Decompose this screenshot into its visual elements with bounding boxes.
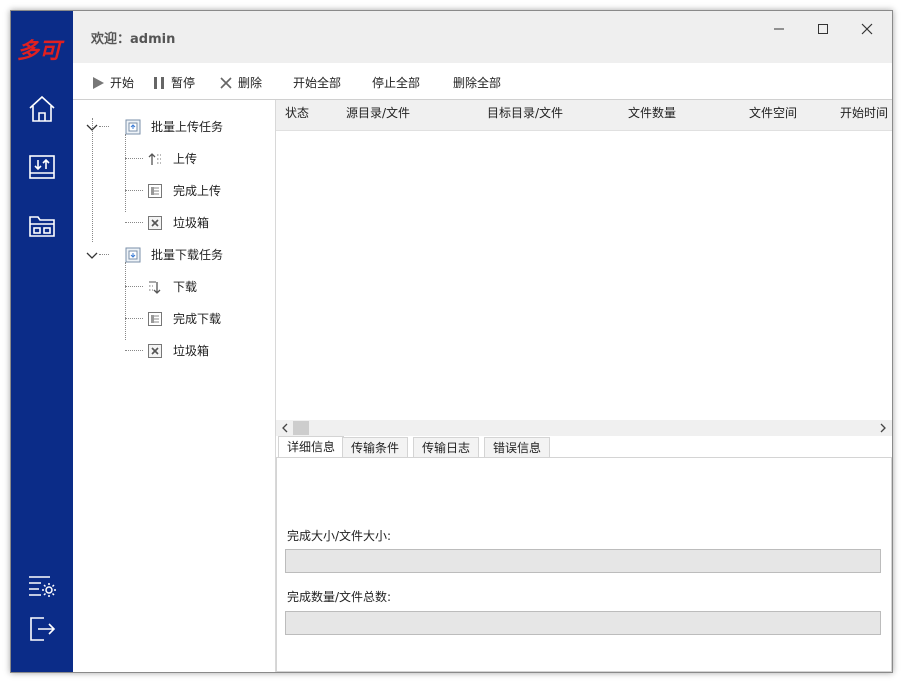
column-header[interactable]: 目标目录/文件 bbox=[487, 104, 563, 121]
start-all-button[interactable]: 开始全部 bbox=[293, 74, 341, 91]
size-label: 完成大小/文件大小: bbox=[287, 529, 392, 543]
sidebar: 多可 bbox=[11, 11, 73, 672]
tab-errors[interactable]: 错误信息 bbox=[484, 437, 551, 458]
stop-all-label: 停止全部 bbox=[372, 76, 421, 90]
tree-line bbox=[125, 134, 126, 212]
completed-icon bbox=[148, 183, 162, 198]
chevron-left-icon[interactable] bbox=[278, 420, 292, 436]
tree-item-download-trash[interactable]: 垃圾箱 bbox=[147, 342, 209, 359]
chevron-right-icon[interactable] bbox=[876, 420, 890, 436]
delete-button[interactable]: 删除 bbox=[219, 74, 262, 91]
welcome-label: 欢迎： bbox=[91, 32, 131, 47]
size-progress-bar bbox=[285, 549, 881, 573]
tree-group-label: 批量上传任务 bbox=[151, 120, 224, 134]
tree-group-label: 批量下载任务 bbox=[151, 248, 224, 262]
transfer-icon[interactable] bbox=[26, 151, 58, 183]
tab-details[interactable]: 详细信息 bbox=[278, 436, 345, 459]
download-task-icon bbox=[125, 247, 141, 262]
pause-button[interactable]: 暂停 bbox=[152, 74, 195, 91]
task-table[interactable]: 状态 源目录/文件 目标目录/文件 文件数量 文件空间 开始时间 bbox=[276, 100, 892, 420]
count-progress-bar bbox=[285, 611, 881, 635]
detail-panel: 完成大小/文件大小: 完成数量/文件总数: bbox=[276, 457, 892, 672]
start-button[interactable]: 开始 bbox=[91, 74, 134, 91]
tree-item-upload-done[interactable]: 完成上传 bbox=[147, 182, 221, 199]
download-icon bbox=[149, 281, 161, 294]
tab-conditions[interactable]: 传输条件 bbox=[342, 437, 409, 458]
tree-line bbox=[92, 118, 93, 242]
completed-icon bbox=[148, 311, 162, 326]
tree-item-label: 垃圾箱 bbox=[173, 344, 210, 358]
tree-item-label: 完成上传 bbox=[173, 184, 222, 198]
task-tree: 批量上传任务 上传 完成上传 垃圾箱 批量下载任务 下载 完成下载 垃圾箱 bbox=[73, 100, 276, 672]
column-header[interactable]: 文件空间 bbox=[749, 104, 797, 121]
stop-all-button[interactable]: 停止全部 bbox=[372, 74, 420, 91]
tree-line bbox=[125, 318, 143, 319]
scrollbar-thumb[interactable] bbox=[293, 421, 309, 435]
settings-icon[interactable] bbox=[26, 569, 58, 601]
column-header[interactable]: 文件数量 bbox=[628, 104, 676, 121]
app-window: 多可 欢迎：admin 开始 暂停 删除 开始全部 停止全部 删除全部 批量上传… bbox=[10, 10, 893, 673]
welcome-text: 欢迎：admin bbox=[91, 28, 175, 47]
tab-log[interactable]: 传输日志 bbox=[413, 437, 480, 458]
tree-line bbox=[125, 286, 143, 287]
tree-item-label: 下载 bbox=[173, 280, 198, 294]
logout-icon[interactable] bbox=[26, 613, 58, 645]
tree-item-label: 完成下载 bbox=[173, 312, 222, 326]
start-label: 开始 bbox=[110, 76, 135, 90]
username: admin bbox=[130, 32, 176, 47]
folders-icon[interactable] bbox=[26, 209, 58, 241]
minimize-icon[interactable] bbox=[767, 19, 791, 39]
close-icon[interactable] bbox=[855, 19, 879, 39]
delete-all-label: 删除全部 bbox=[453, 76, 502, 90]
delete-label: 删除 bbox=[238, 76, 263, 90]
chevron-down-icon bbox=[86, 124, 98, 131]
play-icon bbox=[93, 76, 104, 89]
tree-item-label: 上传 bbox=[173, 152, 198, 166]
home-icon[interactable] bbox=[26, 93, 58, 125]
delete-all-button[interactable]: 删除全部 bbox=[453, 74, 501, 91]
tree-line bbox=[125, 158, 143, 159]
tree-item-download-done[interactable]: 完成下载 bbox=[147, 310, 221, 327]
maximize-icon[interactable] bbox=[811, 19, 835, 39]
trash-icon bbox=[148, 343, 162, 358]
tree-item-download[interactable]: 下载 bbox=[147, 278, 197, 295]
start-all-label: 开始全部 bbox=[293, 76, 342, 90]
tree-line bbox=[125, 350, 143, 351]
tree-line bbox=[125, 222, 143, 223]
trash-icon bbox=[148, 215, 162, 230]
count-label: 完成数量/文件总数: bbox=[287, 590, 392, 604]
main-area: 欢迎：admin 开始 暂停 删除 开始全部 停止全部 删除全部 批量上传任务 … bbox=[73, 11, 892, 672]
column-header[interactable]: 状态 bbox=[285, 104, 309, 121]
toolbar: 开始 暂停 删除 开始全部 停止全部 删除全部 bbox=[73, 63, 892, 100]
title-bar: 欢迎：admin bbox=[73, 11, 892, 63]
upload-task-icon bbox=[125, 119, 141, 134]
column-header[interactable]: 源目录/文件 bbox=[346, 104, 410, 121]
tree-item-upload-trash[interactable]: 垃圾箱 bbox=[147, 214, 209, 231]
table-header: 状态 源目录/文件 目标目录/文件 文件数量 文件空间 开始时间 bbox=[276, 100, 892, 131]
tree-item-label: 垃圾箱 bbox=[173, 216, 210, 230]
logo: 多可 bbox=[15, 33, 69, 65]
pause-icon bbox=[154, 76, 164, 89]
tree-line bbox=[125, 190, 143, 191]
tree-item-upload[interactable]: 上传 bbox=[147, 150, 197, 167]
pause-label: 暂停 bbox=[171, 76, 196, 90]
delete-icon bbox=[220, 76, 232, 89]
tree-group-download[interactable]: 批量下载任务 bbox=[85, 246, 223, 263]
tree-line bbox=[125, 262, 126, 340]
tree-group-upload[interactable]: 批量上传任务 bbox=[85, 118, 223, 135]
column-header[interactable]: 开始时间 bbox=[840, 104, 888, 121]
horizontal-scrollbar[interactable] bbox=[276, 420, 892, 436]
chevron-down-icon bbox=[86, 252, 98, 259]
logo-text: 多可 bbox=[17, 39, 65, 64]
detail-tabs: 详细信息 传输条件 传输日志 错误信息 bbox=[276, 436, 892, 459]
upload-icon bbox=[148, 152, 161, 165]
